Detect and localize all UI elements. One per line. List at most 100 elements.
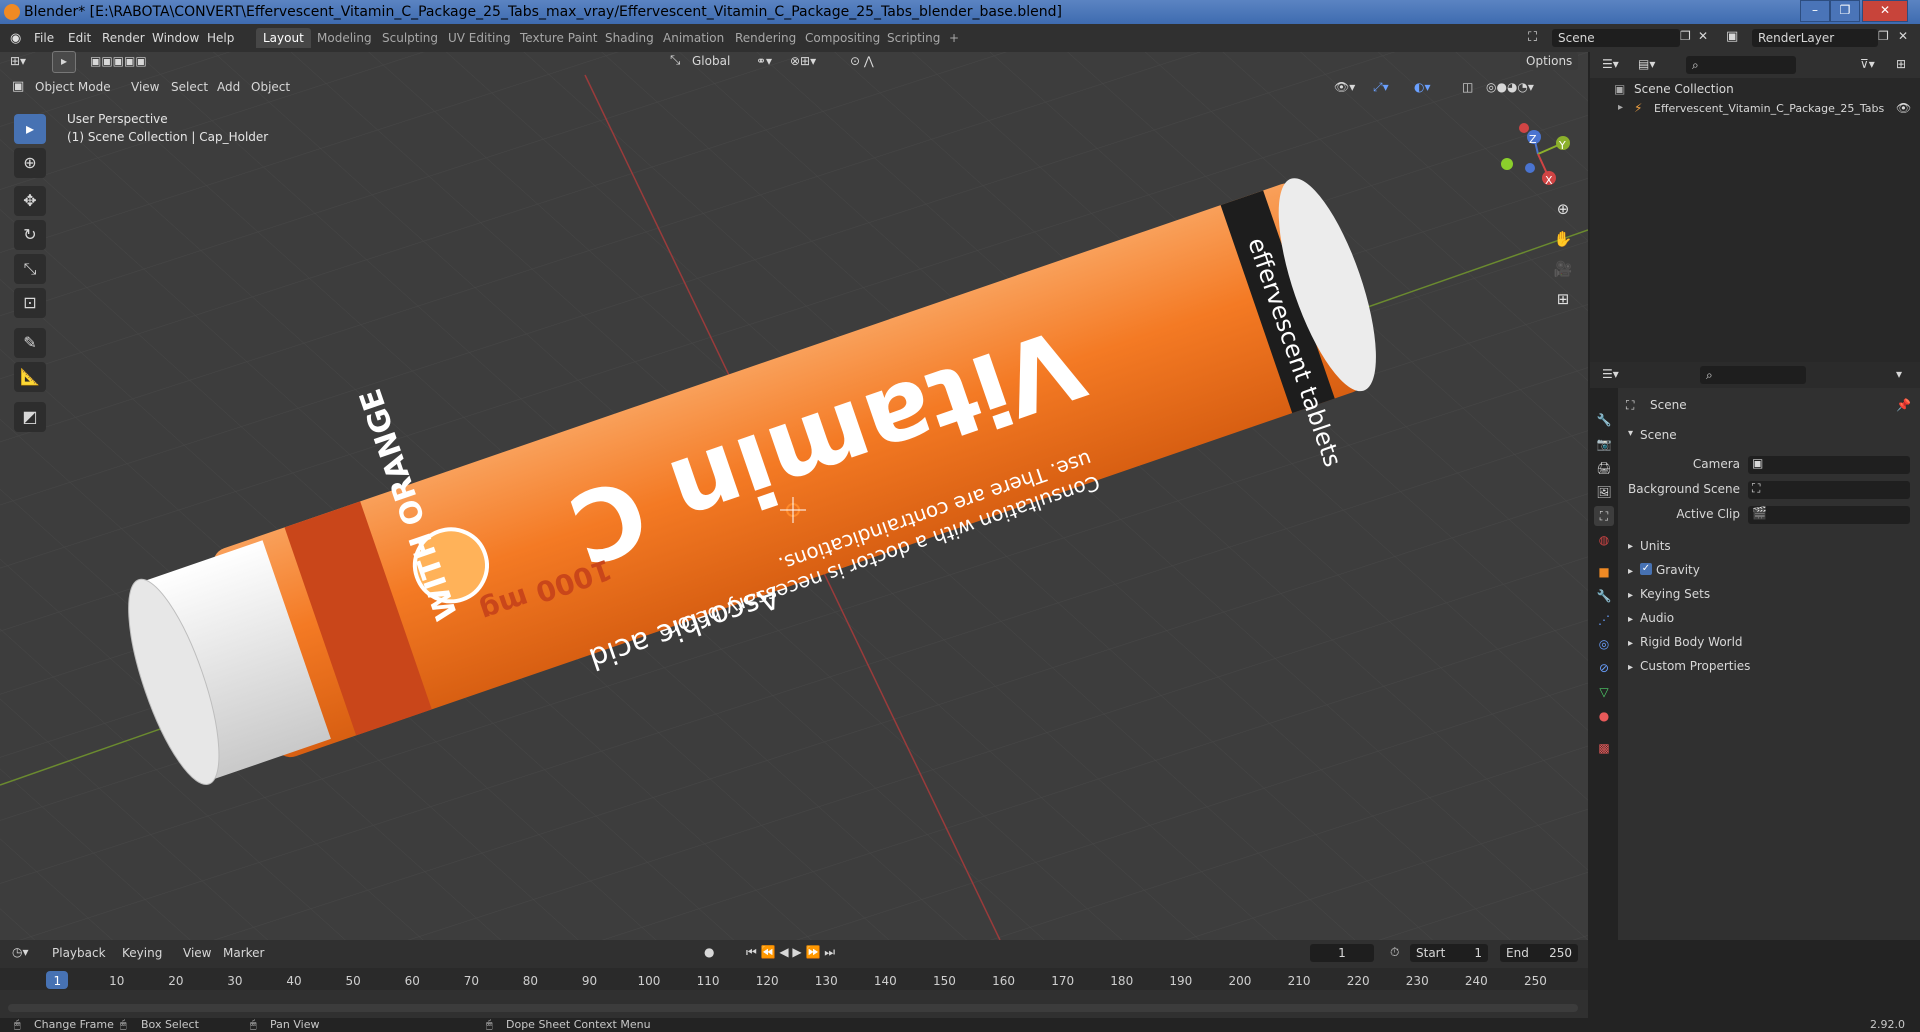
timeline-menu-marker[interactable]: Marker (223, 946, 264, 960)
tab-uv-editing[interactable]: UV Editing (441, 28, 518, 48)
panel-scene-label[interactable]: Scene (1640, 428, 1677, 442)
filter-icon[interactable]: ⊽▾ (1860, 57, 1875, 71)
end-frame-field[interactable]: End 250 (1500, 944, 1578, 962)
overlay-toggle-icon[interactable]: ◐▾ (1414, 78, 1431, 96)
render-layer-field[interactable]: RenderLayer (1752, 29, 1878, 47)
tab-texture-paint[interactable]: Texture Paint (513, 28, 604, 48)
new-layer-icon[interactable]: ❐ (1878, 29, 1889, 43)
outliner-root-label[interactable]: Scene Collection (1634, 82, 1734, 96)
material-tab-icon[interactable]: ● (1594, 706, 1614, 726)
menu-window[interactable]: Window (152, 31, 199, 45)
data-tab-icon[interactable]: ▽ (1594, 682, 1614, 702)
transform-orientation-dropdown[interactable]: Global (692, 52, 730, 70)
zoom-icon[interactable]: ⊕ (1550, 196, 1576, 222)
stopwatch-icon[interactable]: ⏱ (1390, 945, 1399, 960)
background-scene-field[interactable]: ⛶ (1748, 481, 1910, 499)
viewport-menu-add[interactable]: Add (217, 78, 240, 96)
physics-tab-icon[interactable]: ◎ (1594, 634, 1614, 654)
pivot-icon[interactable]: ⚭▾ (756, 52, 772, 70)
delete-scene-icon[interactable]: ✕ (1698, 29, 1708, 43)
pan-hand-icon[interactable]: ✋ (1550, 226, 1576, 252)
minimize-button[interactable]: – (1800, 0, 1830, 22)
shading-modes-icons[interactable]: ◎●◕◔▾ (1486, 78, 1534, 96)
tab-compositing[interactable]: Compositing (798, 28, 887, 48)
display-mode-icon[interactable]: ▤▾ (1638, 57, 1655, 71)
xray-toggle-icon[interactable]: ◫ (1462, 78, 1473, 96)
add-cube-tool-icon[interactable]: ◩ (14, 402, 46, 432)
scene-name-field[interactable]: Scene (1552, 29, 1680, 47)
world-tab-icon[interactable]: ◍ (1594, 530, 1614, 550)
timeline-editor-icon[interactable]: ◷▾ (12, 945, 29, 959)
timeline-menu-playback[interactable]: Playback (52, 946, 106, 960)
object-tab-icon[interactable]: ■ (1594, 562, 1614, 582)
gravity-expand-icon[interactable]: ▸ (1628, 566, 1633, 577)
proportional-edit-icon[interactable]: ⊙ ⋀ (850, 52, 874, 70)
playback-controls-icon[interactable]: ⏮ ⏪ ◀ ▶ ⏩ ⏭ (746, 945, 835, 960)
outliner-item[interactable]: Effervescent_Vitamin_C_Package_25_Tabs (1654, 102, 1884, 115)
menu-render[interactable]: Render (102, 31, 145, 45)
new-collection-icon[interactable]: ⊞ (1896, 57, 1906, 71)
menu-file[interactable]: File (34, 31, 54, 45)
visibility-icon[interactable]: 👁▾ (1334, 78, 1355, 96)
render-tab-icon[interactable]: 📷 (1594, 434, 1614, 454)
gravity-checkbox[interactable]: ✓ (1640, 563, 1652, 575)
constraints-tab-icon[interactable]: ⊘ (1594, 658, 1614, 678)
panel-collapse-icon[interactable]: ▾ (1628, 428, 1633, 439)
tab-modeling[interactable]: Modeling (310, 28, 379, 48)
tab-shading[interactable]: Shading (598, 28, 661, 48)
viewport-menu-view[interactable]: View (131, 78, 159, 96)
ortho-toggle-icon[interactable]: ⊞ (1550, 286, 1576, 312)
modifier-tab-icon[interactable]: 🔧 (1594, 586, 1614, 606)
snap-icon[interactable]: ⊗⊞▾ (790, 52, 816, 70)
output-tab-icon[interactable]: 🖨 (1594, 458, 1614, 478)
properties-options-icon[interactable]: ▾ (1896, 367, 1902, 381)
menu-help[interactable]: Help (207, 31, 234, 45)
scale-tool-icon[interactable]: ⤡ (14, 254, 46, 284)
tab-rendering[interactable]: Rendering (728, 28, 803, 48)
select-tool-icon[interactable]: ▸ (52, 51, 76, 73)
record-icon[interactable]: ● (704, 945, 714, 959)
scene-tab-icon[interactable]: ⛶ (1594, 506, 1614, 526)
section-keying-sets[interactable]: Keying Sets (1640, 587, 1710, 601)
visibility-eye-icon[interactable]: 👁 (1896, 101, 1911, 115)
section-gravity[interactable]: Gravity (1656, 563, 1700, 577)
view-layer-tab-icon[interactable]: 🖼 (1594, 482, 1614, 502)
tool-tab-icon[interactable]: 🔧 (1594, 410, 1614, 430)
rigid-body-expand-icon[interactable]: ▸ (1628, 638, 1633, 649)
transform-tool-icon[interactable]: ⊡ (14, 288, 46, 318)
measure-tool-icon[interactable]: 📐 (14, 362, 46, 392)
properties-editor-icon[interactable]: ☰▾ (1602, 367, 1619, 381)
start-frame-field[interactable]: Start 1 (1410, 944, 1488, 962)
section-custom-properties[interactable]: Custom Properties (1640, 659, 1750, 673)
units-expand-icon[interactable]: ▸ (1628, 541, 1633, 552)
pin-icon[interactable]: 📌 (1896, 398, 1911, 412)
add-workspace-button[interactable]: + (942, 28, 966, 48)
particles-tab-icon[interactable]: ⋰ (1594, 610, 1614, 630)
section-audio[interactable]: Audio (1640, 611, 1674, 625)
annotate-tool-icon[interactable]: ✎ (14, 328, 46, 358)
select-mode-icons[interactable]: ▣▣▣▣▣ (90, 52, 147, 70)
keying-expand-icon[interactable]: ▸ (1628, 590, 1633, 601)
gizmo-toggle-icon[interactable]: ⤢▾ (1373, 78, 1389, 96)
current-frame-field[interactable]: 1 (1310, 944, 1374, 962)
camera-field[interactable]: ▣ (1748, 456, 1910, 474)
section-units[interactable]: Units (1640, 539, 1671, 553)
active-clip-field[interactable]: 🎬 (1748, 506, 1910, 524)
cursor-tool-icon[interactable]: ⊕ (14, 148, 46, 178)
tab-sculpting[interactable]: Sculpting (375, 28, 445, 48)
tab-animation[interactable]: Animation (656, 28, 731, 48)
timeline-menu-view[interactable]: View (183, 946, 211, 960)
delete-layer-icon[interactable]: ✕ (1898, 29, 1908, 43)
move-tool-icon[interactable]: ✥ (14, 186, 46, 216)
custom-props-expand-icon[interactable]: ▸ (1628, 662, 1633, 673)
rotate-tool-icon[interactable]: ↻ (14, 220, 46, 250)
timeline-scrollbar[interactable] (8, 1004, 1578, 1012)
select-box-tool-icon[interactable]: ▸ (14, 114, 46, 144)
audio-expand-icon[interactable]: ▸ (1628, 614, 1633, 625)
3d-viewport[interactable]: Vitamin C Ascorbic acid 1000 mg use. The… (0, 52, 1588, 940)
outliner-editor-icon[interactable]: ☰▾ (1602, 57, 1619, 71)
close-window-button[interactable]: ✕ (1862, 0, 1908, 22)
timeline-menu-keying[interactable]: Keying (122, 946, 162, 960)
tab-layout[interactable]: Layout (256, 28, 311, 48)
texture-tab-icon[interactable]: ▩ (1594, 738, 1614, 758)
